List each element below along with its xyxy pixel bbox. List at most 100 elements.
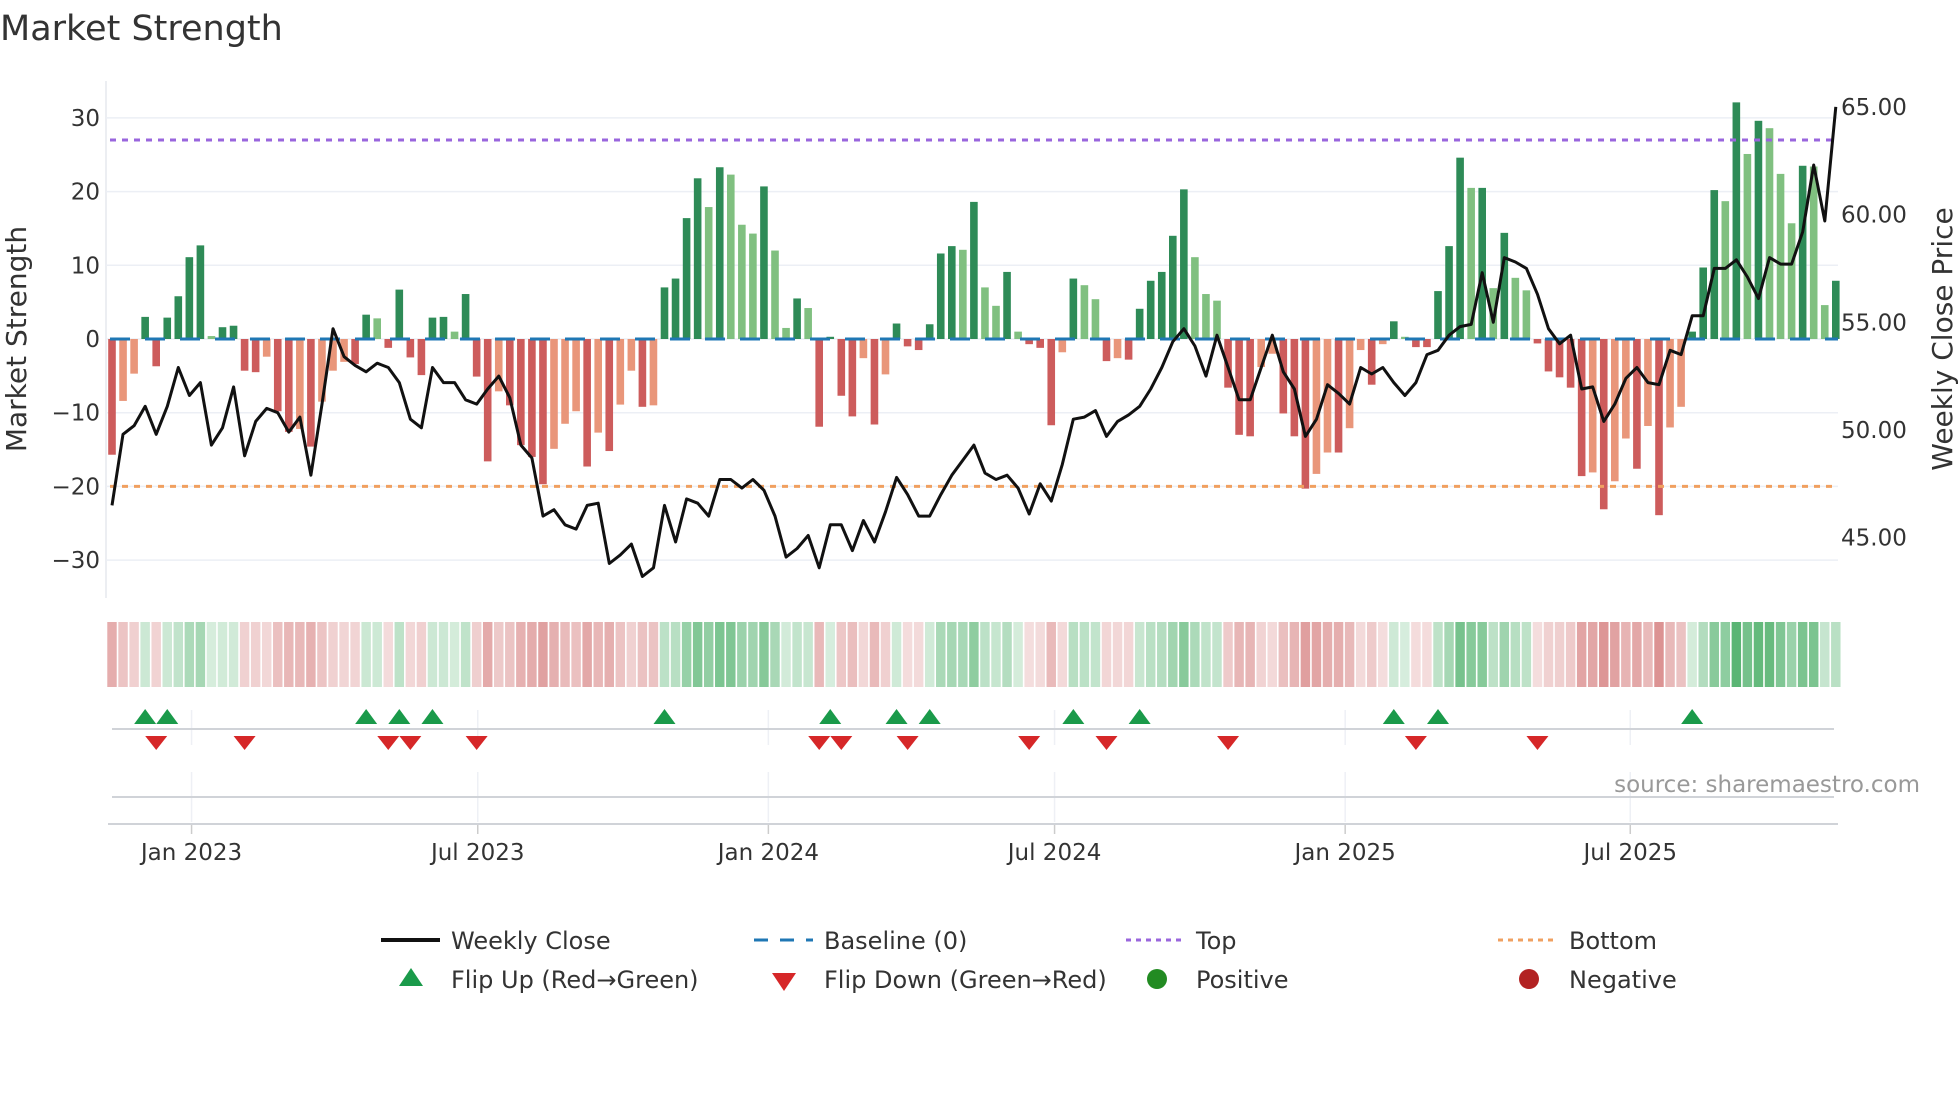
flip-up-marker: [819, 709, 842, 724]
heatmap-cell: [449, 622, 460, 687]
strength-bar: [1743, 153, 1752, 339]
strength-bar: [1798, 165, 1807, 339]
heatmap-cell: [339, 622, 349, 687]
heatmap-cell: [427, 622, 438, 687]
strength-bar: [472, 339, 481, 377]
heatmap-cell: [1411, 622, 1421, 687]
heatmap-cell: [494, 622, 504, 687]
heatmap-cell: [361, 622, 371, 687]
heatmap-cell: [681, 622, 692, 687]
strength-bar: [185, 257, 194, 339]
heatmap-cell: [1543, 622, 1554, 687]
heatmap-cell: [1731, 622, 1742, 687]
strength-bar: [528, 339, 536, 457]
strength-bar: [992, 305, 1000, 339]
strength-bar: [715, 167, 724, 339]
strength-bar: [682, 218, 691, 339]
flip-markers: [108, 709, 1838, 825]
flip-up-marker: [421, 709, 444, 724]
heatmap-cell: [1610, 622, 1620, 687]
strength-bar: [351, 339, 359, 365]
heatmap-cell: [261, 622, 272, 687]
x-tick-label: Jan 2023: [139, 840, 242, 866]
strength-bar: [881, 339, 890, 375]
strength-bar: [362, 314, 370, 339]
strength-bar: [572, 339, 580, 412]
heatmap-cell: [372, 622, 382, 687]
heatmap-cell: [516, 622, 526, 687]
strength-bar: [1301, 339, 1310, 489]
heatmap-cell: [1632, 622, 1642, 687]
strength-bar: [285, 339, 293, 432]
strength-bar: [307, 339, 315, 447]
flip-up-marker: [1062, 709, 1085, 724]
strength-bar: [936, 253, 945, 339]
heatmap-cell: [947, 622, 957, 687]
heatmap-cell: [1145, 622, 1156, 687]
heatmap-cell: [991, 622, 1001, 687]
heatmap-cell: [350, 622, 360, 687]
x-tick-label: Jan 2024: [716, 840, 819, 866]
flip-down-marker: [1018, 736, 1041, 750]
flip-down-marker: [896, 736, 919, 750]
heatmap-cell: [140, 622, 150, 687]
strength-bar: [218, 327, 227, 339]
heatmap-cell: [891, 622, 902, 687]
strength-bar: [771, 250, 779, 339]
heatmap-cell: [1665, 622, 1675, 687]
flip-down-marker: [1095, 736, 1118, 750]
heatmap-cell: [1764, 622, 1775, 687]
heatmap-cell: [715, 622, 725, 687]
heatmap-cell: [1698, 622, 1708, 687]
heatmap-cell: [792, 622, 802, 687]
flip-up-marker: [918, 709, 941, 724]
heatmap-cell: [1168, 622, 1178, 687]
y-tick-label: −20: [51, 474, 100, 500]
heatmap-cell: [759, 622, 769, 687]
heatmap-cell: [1753, 622, 1764, 687]
heatmap-cell: [1223, 622, 1233, 687]
strength-bars: [108, 102, 1840, 516]
legend-weekly-close: Weekly Close: [451, 927, 611, 955]
heatmap-cell: [803, 622, 813, 687]
y2-tick-label: 65.00: [1841, 95, 1907, 121]
strength-bar: [1367, 339, 1376, 385]
strength-bar: [1080, 285, 1089, 339]
x-tick-label: Jul 2024: [1006, 840, 1102, 866]
strength-bar: [704, 207, 713, 339]
heatmap-cell: [1576, 622, 1587, 687]
heatmap-cell: [1057, 622, 1068, 687]
strength-bar: [1213, 300, 1221, 339]
strength-bar: [1732, 102, 1741, 340]
strength-bar: [1633, 339, 1641, 469]
heatmap-cell: [1400, 622, 1410, 687]
heatmap-cell: [958, 622, 968, 687]
strength-bar: [550, 339, 558, 449]
heatmap-cell: [1046, 622, 1056, 687]
strength-bar: [892, 323, 901, 339]
strength-bar: [727, 174, 735, 339]
heatmap-cell: [1532, 622, 1543, 687]
heatmap-cell: [527, 622, 537, 687]
heatmap-cell: [1565, 622, 1576, 687]
strength-bar: [793, 298, 801, 339]
heatmap-cell: [1742, 622, 1753, 687]
strength-bar: [1003, 271, 1011, 339]
flip-up-marker: [885, 709, 908, 724]
strength-bar: [406, 339, 415, 358]
flip-down-marker: [399, 736, 422, 750]
strength-bar: [163, 317, 172, 339]
heatmap-cell: [847, 622, 858, 687]
strength-bar: [1445, 246, 1453, 339]
strength-bar: [1721, 201, 1730, 339]
heatmap-cell: [151, 622, 161, 687]
strength-bar: [450, 331, 459, 339]
heatmap-cell: [1366, 622, 1377, 687]
y2-axis-label: Weekly Close Price: [1926, 207, 1959, 470]
strength-bar: [693, 178, 702, 339]
strength-bar: [605, 339, 614, 452]
heatmap-cell: [1035, 622, 1045, 687]
flip-up-marker: [1128, 709, 1151, 724]
heatmap-cell: [239, 622, 250, 687]
heatmap-cell: [980, 622, 990, 687]
